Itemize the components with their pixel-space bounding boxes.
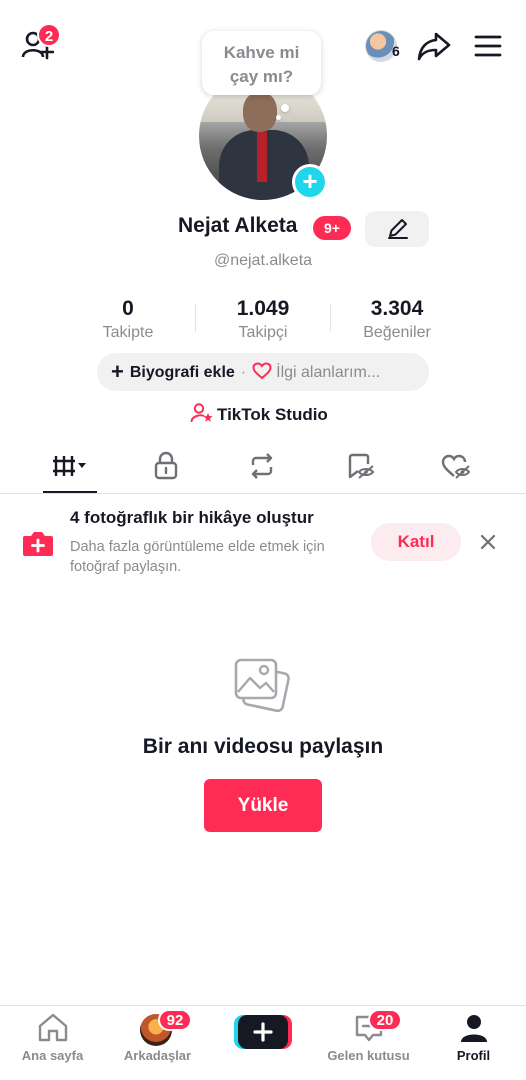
create-button[interactable] (234, 1013, 292, 1051)
stat-following-label: Takipte (102, 324, 154, 341)
plus-icon: + (302, 166, 318, 196)
nav-home-label: Ana sayfa (21, 1048, 84, 1063)
menu-button[interactable] (472, 33, 504, 59)
upload-button[interactable]: Yükle (204, 779, 322, 832)
stat-following[interactable]: 0 Takipte (63, 296, 193, 344)
add-story-button[interactable]: + (292, 164, 328, 200)
nav-home[interactable]: Ana sayfa (0, 1012, 105, 1063)
friends-badge: 92 (158, 1009, 192, 1031)
profile-icon (460, 1015, 487, 1042)
stat-likes-value: 3.304 (370, 297, 424, 320)
notification-badge[interactable]: 9+ (313, 216, 351, 240)
plus-icon: + (111, 359, 124, 384)
inbox-badge: 20 (368, 1009, 402, 1031)
edit-profile-button[interactable] (365, 211, 429, 247)
heart-icon (252, 362, 272, 380)
stat-likes[interactable]: 3.304 Beğeniler (332, 296, 462, 344)
creator-star-icon (190, 403, 213, 423)
stat-likes-label: Beğeniler (363, 324, 431, 341)
stat-divider (330, 304, 331, 332)
tab-videos[interactable] (44, 448, 96, 484)
stat-followers-label: Takipçi (238, 324, 288, 341)
heart-hidden-icon (441, 454, 471, 479)
nav-profile[interactable]: Profil (421, 1012, 526, 1063)
separator-dot: · (240, 364, 247, 381)
create-plus-icon (234, 1015, 292, 1049)
interests-label[interactable]: İlgi alanlarım... (276, 364, 380, 381)
add-bio-label[interactable]: Biyografi ekle (130, 364, 235, 381)
hamburger-menu-icon (474, 35, 502, 57)
stat-followers-value: 1.049 (236, 297, 290, 320)
add-friends-badge: 2 (37, 23, 61, 47)
join-button[interactable]: Katıl (371, 523, 461, 561)
tiktok-studio-link[interactable]: TikTok Studio (190, 402, 328, 425)
tab-liked[interactable] (430, 448, 482, 484)
nav-inbox-label: Gelen kutusu (327, 1048, 410, 1063)
empty-state-title: Bir anı videosu paylaşın (142, 735, 384, 758)
profile-name: Nejat Alketa (178, 214, 298, 237)
stat-following-value: 0 (122, 297, 134, 320)
note-bubble-line2: çay mı? (229, 67, 294, 86)
close-icon (480, 534, 496, 550)
share-profile-button[interactable] (416, 30, 452, 62)
story-banner-title: 4 fotoğraflık bir hikâye oluştur (70, 508, 314, 527)
videos-grid-icon (53, 456, 86, 476)
tab-reposts[interactable] (236, 448, 288, 484)
pencil-icon (388, 219, 408, 239)
note-bubble-line1: Kahve mi (223, 43, 300, 62)
home-icon (38, 1013, 67, 1042)
tabs-divider (0, 493, 526, 494)
bookmark-hidden-icon (348, 453, 375, 479)
bubble-tail-small (276, 115, 281, 120)
photos-icon (232, 656, 294, 718)
bottom-nav-divider (0, 1005, 526, 1006)
share-arrow-icon (417, 32, 451, 61)
lock-icon (154, 451, 178, 480)
note-bubble[interactable]: Kahve mi çay mı? (202, 31, 321, 95)
camera-plus-icon (21, 528, 55, 558)
repost-icon (251, 453, 273, 479)
nav-profile-label: Profil (456, 1048, 491, 1063)
close-banner-button[interactable] (476, 530, 500, 554)
tab-favorites[interactable] (334, 448, 386, 484)
bubble-tail (281, 104, 289, 112)
profile-handle: @nejat.alketa (213, 252, 313, 269)
bio-interests-pill[interactable]: + Biyografi ekle · İlgi alanlarım... (97, 353, 429, 391)
nav-friends-label: Arkadaşlar (123, 1048, 192, 1063)
tiktok-studio-label: TikTok Studio (217, 405, 328, 424)
stat-divider (195, 304, 196, 332)
story-banner-subtitle: Daha fazla görüntüleme elde etmek için f… (70, 539, 325, 575)
tab-private[interactable] (140, 448, 192, 484)
story-viewers-count: 6 (392, 43, 400, 59)
stat-followers[interactable]: 1.049 Takipçi (198, 296, 328, 344)
